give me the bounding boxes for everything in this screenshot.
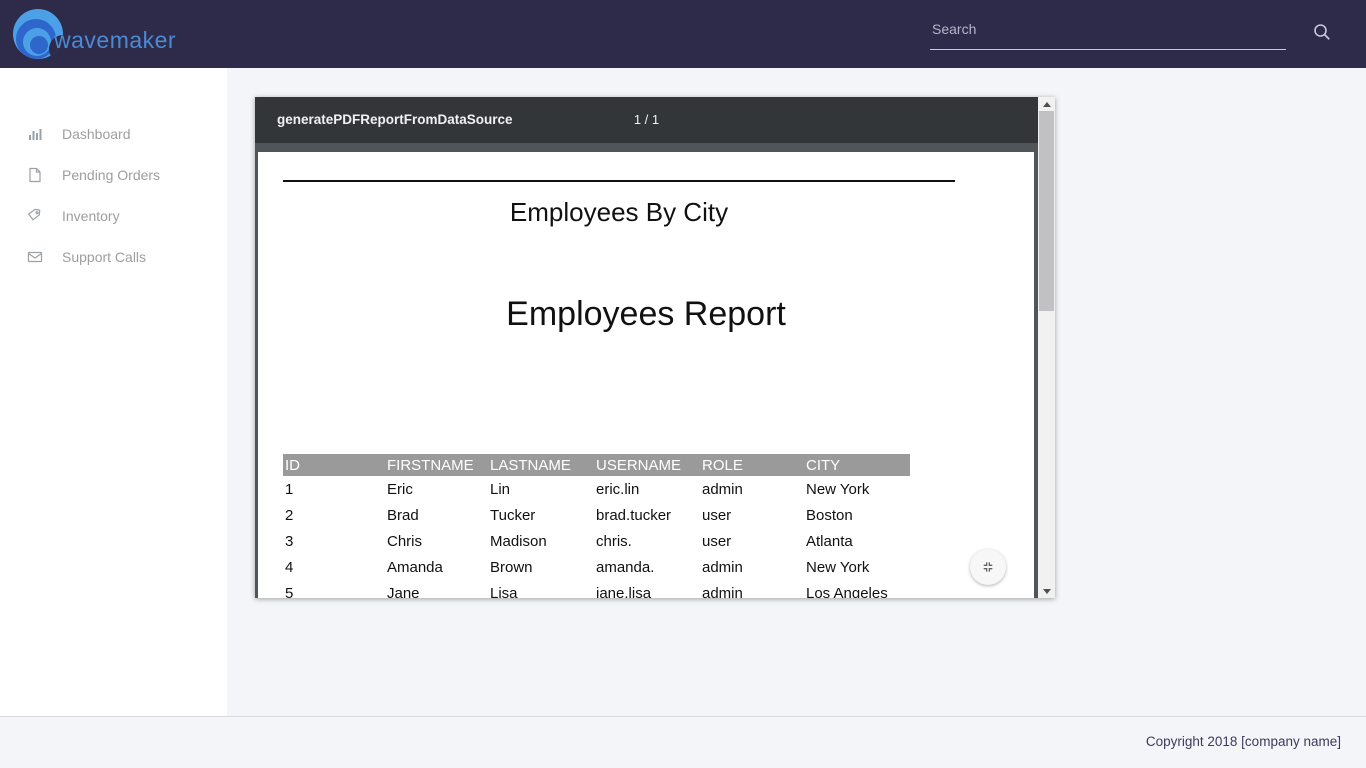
report-divider xyxy=(283,180,955,182)
document-header-title: Employees By City xyxy=(283,198,955,226)
sidebar-item-inventory[interactable]: Inventory xyxy=(0,195,227,236)
column-header: FIRSTNAME xyxy=(385,454,488,476)
table-cell: Jane xyxy=(385,580,488,598)
table-cell: 4 xyxy=(283,554,385,580)
compress-icon xyxy=(980,559,996,575)
sidebar-item-label: Inventory xyxy=(62,208,120,224)
bar-chart-icon xyxy=(27,126,43,142)
table-cell: New York xyxy=(804,476,910,502)
table-cell: Boston xyxy=(804,502,910,528)
table-cell: Amanda xyxy=(385,554,488,580)
mail-icon xyxy=(27,249,43,265)
table-header-row: IDFIRSTNAMELASTNAMEUSERNAMEROLECITY xyxy=(283,454,910,476)
fit-to-page-button[interactable] xyxy=(970,549,1006,585)
tag-icon xyxy=(27,208,43,224)
table-cell: user xyxy=(700,528,804,554)
sidebar-item-dashboard[interactable]: Dashboard xyxy=(0,113,227,154)
table-cell: user xyxy=(700,502,804,528)
sidebar-item-label: Pending Orders xyxy=(62,167,160,183)
pdf-viewer: generatePDFReportFromDataSource 1 / 1 xyxy=(255,97,1055,598)
table-cell: admin xyxy=(700,476,804,502)
table-cell: 1 xyxy=(283,476,385,502)
column-header: LASTNAME xyxy=(488,454,594,476)
page-indicator: 1 / 1 xyxy=(255,97,1038,143)
viewer-scrollbar[interactable] xyxy=(1038,97,1055,598)
page-footer: Copyright 2018 [company name] xyxy=(0,716,1366,768)
table-cell: 2 xyxy=(283,502,385,528)
table-cell: Lin xyxy=(488,476,594,502)
table-cell: Brad xyxy=(385,502,488,528)
pdf-toolbar: generatePDFReportFromDataSource 1 / 1 xyxy=(255,97,1038,143)
column-header: CITY xyxy=(804,454,910,476)
scrollbar-thumb[interactable] xyxy=(1039,111,1054,311)
table-cell: Madison xyxy=(488,528,594,554)
table-cell: brad.tucker xyxy=(594,502,700,528)
table-cell: 3 xyxy=(283,528,385,554)
table-row: 2BradTuckerbrad.tuckeruserBoston xyxy=(283,502,910,528)
table-cell: Atlanta xyxy=(804,528,910,554)
table-cell: Eric xyxy=(385,476,488,502)
pdf-content-area: Employees By City Employees Report IDFIR… xyxy=(255,143,1038,598)
table-cell: admin xyxy=(700,580,804,598)
table-row: 3ChrisMadisonchris.userAtlanta xyxy=(283,528,910,554)
table-cell: Los Angeles xyxy=(804,580,910,598)
search-icon[interactable] xyxy=(1312,22,1332,42)
sidebar-item-support-calls[interactable]: Support Calls xyxy=(0,236,227,277)
search-input[interactable] xyxy=(930,14,1286,50)
table-cell: admin xyxy=(700,554,804,580)
table-cell: amanda. xyxy=(594,554,700,580)
scroll-up-arrow[interactable] xyxy=(1038,97,1055,111)
sidebar-item-label: Support Calls xyxy=(62,249,146,265)
table-cell: 5 xyxy=(283,580,385,598)
column-header: USERNAME xyxy=(594,454,700,476)
sidebar-item-label: Dashboard xyxy=(62,126,131,142)
table-row: 1EricLineric.linadminNew York xyxy=(283,476,910,502)
employees-table: IDFIRSTNAMELASTNAMEUSERNAMEROLECITY 1Eri… xyxy=(283,454,910,598)
table-cell: Brown xyxy=(488,554,594,580)
left-nav-panel: Dashboard Pending Orders Inventory Suppo… xyxy=(0,68,227,716)
table-cell: eric.lin xyxy=(594,476,700,502)
logo-text: wavemaker xyxy=(54,27,176,54)
report-header: Employees By City xyxy=(283,152,955,226)
table-cell: chris. xyxy=(594,528,700,554)
pdf-page: Employees By City Employees Report IDFIR… xyxy=(258,152,1034,598)
column-header: ROLE xyxy=(700,454,804,476)
top-navbar: wavemaker xyxy=(0,0,1366,68)
scroll-down-arrow[interactable] xyxy=(1038,584,1055,598)
table-row: 4AmandaBrownamanda.adminNew York xyxy=(283,554,910,580)
table-cell: Chris xyxy=(385,528,488,554)
sidebar-item-pending-orders[interactable]: Pending Orders xyxy=(0,154,227,195)
copyright-text: Copyright 2018 [company name] xyxy=(1146,734,1341,749)
document-icon xyxy=(27,167,43,183)
table-cell: New York xyxy=(804,554,910,580)
column-header: ID xyxy=(283,454,385,476)
report-title: Employees Report xyxy=(258,295,1034,333)
wavemaker-logo[interactable]: wavemaker xyxy=(12,8,176,60)
table-cell: jane.lisa xyxy=(594,580,700,598)
table-cell: Tucker xyxy=(488,502,594,528)
table-cell: Lisa xyxy=(488,580,594,598)
table-row: 5JaneLisajane.lisaadminLos Angeles xyxy=(283,580,910,598)
